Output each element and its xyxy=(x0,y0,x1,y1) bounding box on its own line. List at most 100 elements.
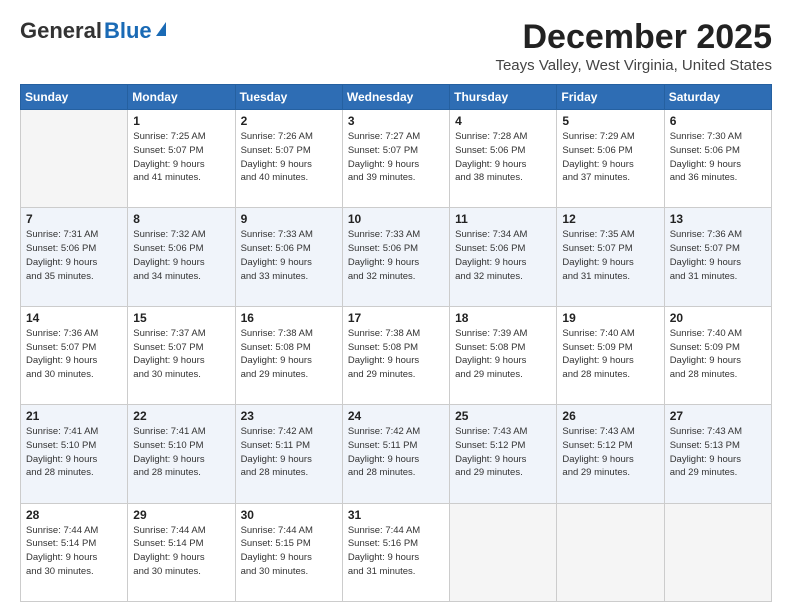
header: GeneralBlue December 2025 Teays Valley, … xyxy=(20,18,772,74)
day-number: 29 xyxy=(133,508,229,522)
day-info: Sunrise: 7:44 AMSunset: 5:14 PMDaylight:… xyxy=(26,524,122,579)
day-info: Sunrise: 7:38 AMSunset: 5:08 PMDaylight:… xyxy=(241,327,337,382)
table-row: 25 Sunrise: 7:43 AMSunset: 5:12 PMDayligh… xyxy=(450,405,557,503)
table-row: 27 Sunrise: 7:43 AMSunset: 5:13 PMDayligh… xyxy=(664,405,771,503)
day-info: Sunrise: 7:35 AMSunset: 5:07 PMDaylight:… xyxy=(562,228,658,283)
day-info: Sunrise: 7:33 AMSunset: 5:06 PMDaylight:… xyxy=(348,228,444,283)
logo-triangle-icon xyxy=(156,22,166,36)
day-info: Sunrise: 7:36 AMSunset: 5:07 PMDaylight:… xyxy=(26,327,122,382)
day-info: Sunrise: 7:29 AMSunset: 5:06 PMDaylight:… xyxy=(562,130,658,185)
day-info: Sunrise: 7:40 AMSunset: 5:09 PMDaylight:… xyxy=(670,327,766,382)
table-row: 10 Sunrise: 7:33 AMSunset: 5:06 PMDayligh… xyxy=(342,208,449,306)
day-info: Sunrise: 7:37 AMSunset: 5:07 PMDaylight:… xyxy=(133,327,229,382)
table-row: 28 Sunrise: 7:44 AMSunset: 5:14 PMDayligh… xyxy=(21,503,128,601)
col-tuesday: Tuesday xyxy=(235,85,342,110)
day-number: 28 xyxy=(26,508,122,522)
table-row xyxy=(557,503,664,601)
table-row: 6 Sunrise: 7:30 AMSunset: 5:06 PMDaylight… xyxy=(664,110,771,208)
day-info: Sunrise: 7:26 AMSunset: 5:07 PMDaylight:… xyxy=(241,130,337,185)
calendar-week-row: 21Sunrise: 7:41 AMSunset: 5:10 PMDayligh… xyxy=(21,405,772,503)
table-row: 18Sunrise: 7:39 AMSunset: 5:08 PMDayligh… xyxy=(450,306,557,404)
calendar-week-row: 7Sunrise: 7:31 AMSunset: 5:06 PMDaylight… xyxy=(21,208,772,306)
day-number: 23 xyxy=(241,409,337,423)
table-row: 4 Sunrise: 7:28 AMSunset: 5:06 PMDaylight… xyxy=(450,110,557,208)
day-number: 1 xyxy=(133,114,229,128)
day-info: Sunrise: 7:38 AMSunset: 5:08 PMDaylight:… xyxy=(348,327,444,382)
calendar-header-row: Sunday Monday Tuesday Wednesday Thursday… xyxy=(21,85,772,110)
table-row xyxy=(21,110,128,208)
col-monday: Monday xyxy=(128,85,235,110)
day-number: 13 xyxy=(670,212,766,226)
day-info: Sunrise: 7:44 AMSunset: 5:16 PMDaylight:… xyxy=(348,524,444,579)
day-info: Sunrise: 7:44 AMSunset: 5:15 PMDaylight:… xyxy=(241,524,337,579)
day-info: Sunrise: 7:40 AMSunset: 5:09 PMDaylight:… xyxy=(562,327,658,382)
day-number: 10 xyxy=(348,212,444,226)
page: GeneralBlue December 2025 Teays Valley, … xyxy=(0,0,792,612)
day-number: 25 xyxy=(455,409,551,423)
day-number: 16 xyxy=(241,311,337,325)
calendar-week-row: 1Sunrise: 7:25 AMSunset: 5:07 PMDaylight… xyxy=(21,110,772,208)
day-info: Sunrise: 7:42 AMSunset: 5:11 PMDaylight:… xyxy=(348,425,444,480)
col-saturday: Saturday xyxy=(664,85,771,110)
logo-general: General xyxy=(20,18,102,44)
day-number: 19 xyxy=(562,311,658,325)
day-info: Sunrise: 7:27 AMSunset: 5:07 PMDaylight:… xyxy=(348,130,444,185)
col-wednesday: Wednesday xyxy=(342,85,449,110)
day-number: 27 xyxy=(670,409,766,423)
table-row: 2 Sunrise: 7:26 AMSunset: 5:07 PMDaylight… xyxy=(235,110,342,208)
day-info: Sunrise: 7:42 AMSunset: 5:11 PMDaylight:… xyxy=(241,425,337,480)
day-number: 6 xyxy=(670,114,766,128)
day-info: Sunrise: 7:43 AMSunset: 5:12 PMDaylight:… xyxy=(562,425,658,480)
table-row: 19 Sunrise: 7:40 AMSunset: 5:09 PMDayligh… xyxy=(557,306,664,404)
table-row: 24 Sunrise: 7:42 AMSunset: 5:11 PMDayligh… xyxy=(342,405,449,503)
day-info: Sunrise: 7:33 AMSunset: 5:06 PMDaylight:… xyxy=(241,228,337,283)
table-row: 14 Sunrise: 7:36 AMSunset: 5:07 PMDayligh… xyxy=(21,306,128,404)
table-row: 7Sunrise: 7:31 AMSunset: 5:06 PMDaylight… xyxy=(21,208,128,306)
table-row: 5 Sunrise: 7:29 AMSunset: 5:06 PMDaylight… xyxy=(557,110,664,208)
day-number: 11 xyxy=(455,212,551,226)
day-info: Sunrise: 7:43 AMSunset: 5:12 PMDaylight:… xyxy=(455,425,551,480)
table-row: 21Sunrise: 7:41 AMSunset: 5:10 PMDayligh… xyxy=(21,405,128,503)
day-number: 24 xyxy=(348,409,444,423)
calendar-week-row: 14 Sunrise: 7:36 AMSunset: 5:07 PMDayligh… xyxy=(21,306,772,404)
day-info: Sunrise: 7:31 AMSunset: 5:06 PMDaylight:… xyxy=(26,228,122,283)
title-block: December 2025 Teays Valley, West Virgini… xyxy=(495,18,772,74)
day-number: 8 xyxy=(133,212,229,226)
table-row: 20 Sunrise: 7:40 AMSunset: 5:09 PMDayligh… xyxy=(664,306,771,404)
day-info: Sunrise: 7:28 AMSunset: 5:06 PMDaylight:… xyxy=(455,130,551,185)
day-number: 15 xyxy=(133,311,229,325)
day-number: 20 xyxy=(670,311,766,325)
table-row: 13Sunrise: 7:36 AMSunset: 5:07 PMDayligh… xyxy=(664,208,771,306)
table-row: 31Sunrise: 7:44 AMSunset: 5:16 PMDayligh… xyxy=(342,503,449,601)
table-row: 17 Sunrise: 7:38 AMSunset: 5:08 PMDayligh… xyxy=(342,306,449,404)
day-info: Sunrise: 7:39 AMSunset: 5:08 PMDaylight:… xyxy=(455,327,551,382)
table-row: 16 Sunrise: 7:38 AMSunset: 5:08 PMDayligh… xyxy=(235,306,342,404)
table-row: 15 Sunrise: 7:37 AMSunset: 5:07 PMDayligh… xyxy=(128,306,235,404)
day-info: Sunrise: 7:44 AMSunset: 5:14 PMDaylight:… xyxy=(133,524,229,579)
table-row: 30Sunrise: 7:44 AMSunset: 5:15 PMDayligh… xyxy=(235,503,342,601)
day-number: 17 xyxy=(348,311,444,325)
day-info: Sunrise: 7:43 AMSunset: 5:13 PMDaylight:… xyxy=(670,425,766,480)
table-row: 8Sunrise: 7:32 AMSunset: 5:06 PMDaylight… xyxy=(128,208,235,306)
calendar-table: Sunday Monday Tuesday Wednesday Thursday… xyxy=(20,84,772,602)
col-friday: Friday xyxy=(557,85,664,110)
location-title: Teays Valley, West Virginia, United Stat… xyxy=(495,57,772,74)
day-number: 2 xyxy=(241,114,337,128)
month-title: December 2025 xyxy=(495,18,772,57)
day-info: Sunrise: 7:41 AMSunset: 5:10 PMDaylight:… xyxy=(26,425,122,480)
logo: GeneralBlue xyxy=(20,18,166,44)
table-row: 1Sunrise: 7:25 AMSunset: 5:07 PMDaylight… xyxy=(128,110,235,208)
day-info: Sunrise: 7:34 AMSunset: 5:06 PMDaylight:… xyxy=(455,228,551,283)
calendar-week-row: 28 Sunrise: 7:44 AMSunset: 5:14 PMDayligh… xyxy=(21,503,772,601)
table-row: 9Sunrise: 7:33 AMSunset: 5:06 PMDaylight… xyxy=(235,208,342,306)
table-row: 22 Sunrise: 7:41 AMSunset: 5:10 PMDayligh… xyxy=(128,405,235,503)
day-info: Sunrise: 7:41 AMSunset: 5:10 PMDaylight:… xyxy=(133,425,229,480)
day-number: 22 xyxy=(133,409,229,423)
day-info: Sunrise: 7:30 AMSunset: 5:06 PMDaylight:… xyxy=(670,130,766,185)
logo-text: GeneralBlue xyxy=(20,18,166,44)
day-number: 14 xyxy=(26,311,122,325)
day-number: 12 xyxy=(562,212,658,226)
table-row: 26Sunrise: 7:43 AMSunset: 5:12 PMDayligh… xyxy=(557,405,664,503)
day-number: 4 xyxy=(455,114,551,128)
day-number: 5 xyxy=(562,114,658,128)
